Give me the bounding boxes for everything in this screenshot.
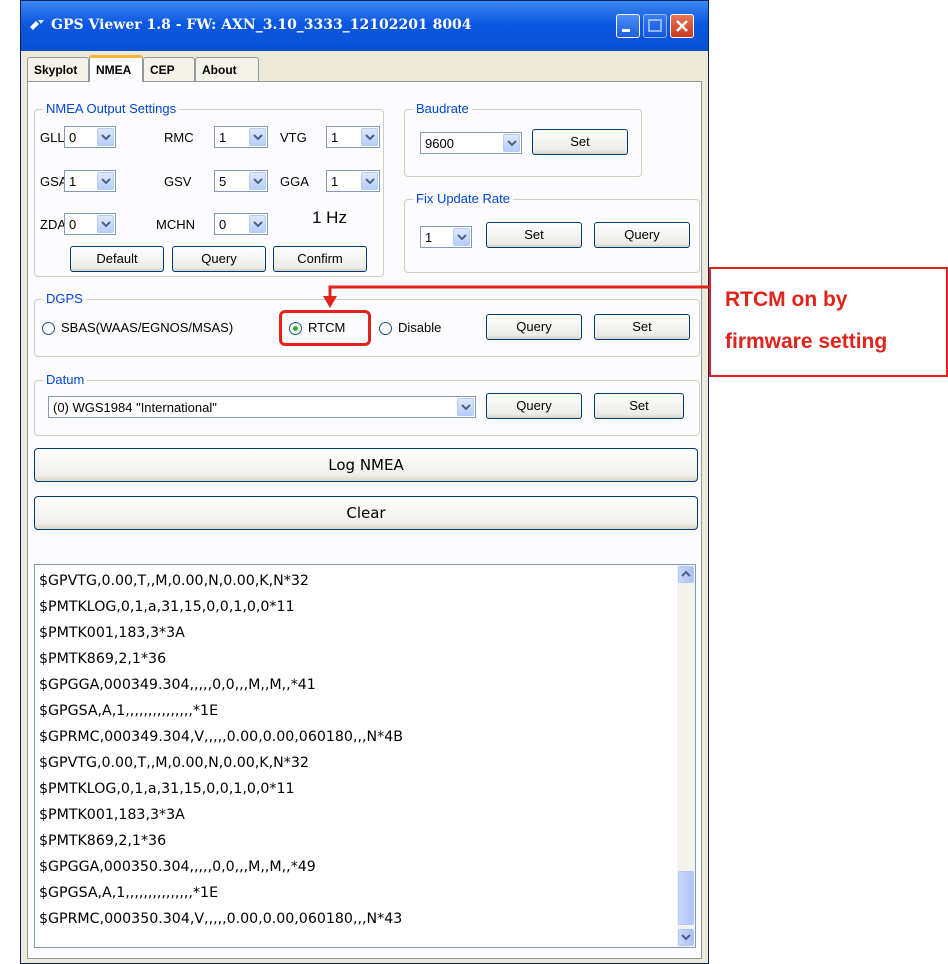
tab-nmea[interactable]: NMEA [89, 55, 143, 82]
annotation-text: RTCM on by firmware setting [725, 288, 888, 353]
annotation-callout: RTCM on by firmware setting [709, 267, 948, 377]
annotation-arrow [323, 285, 709, 308]
